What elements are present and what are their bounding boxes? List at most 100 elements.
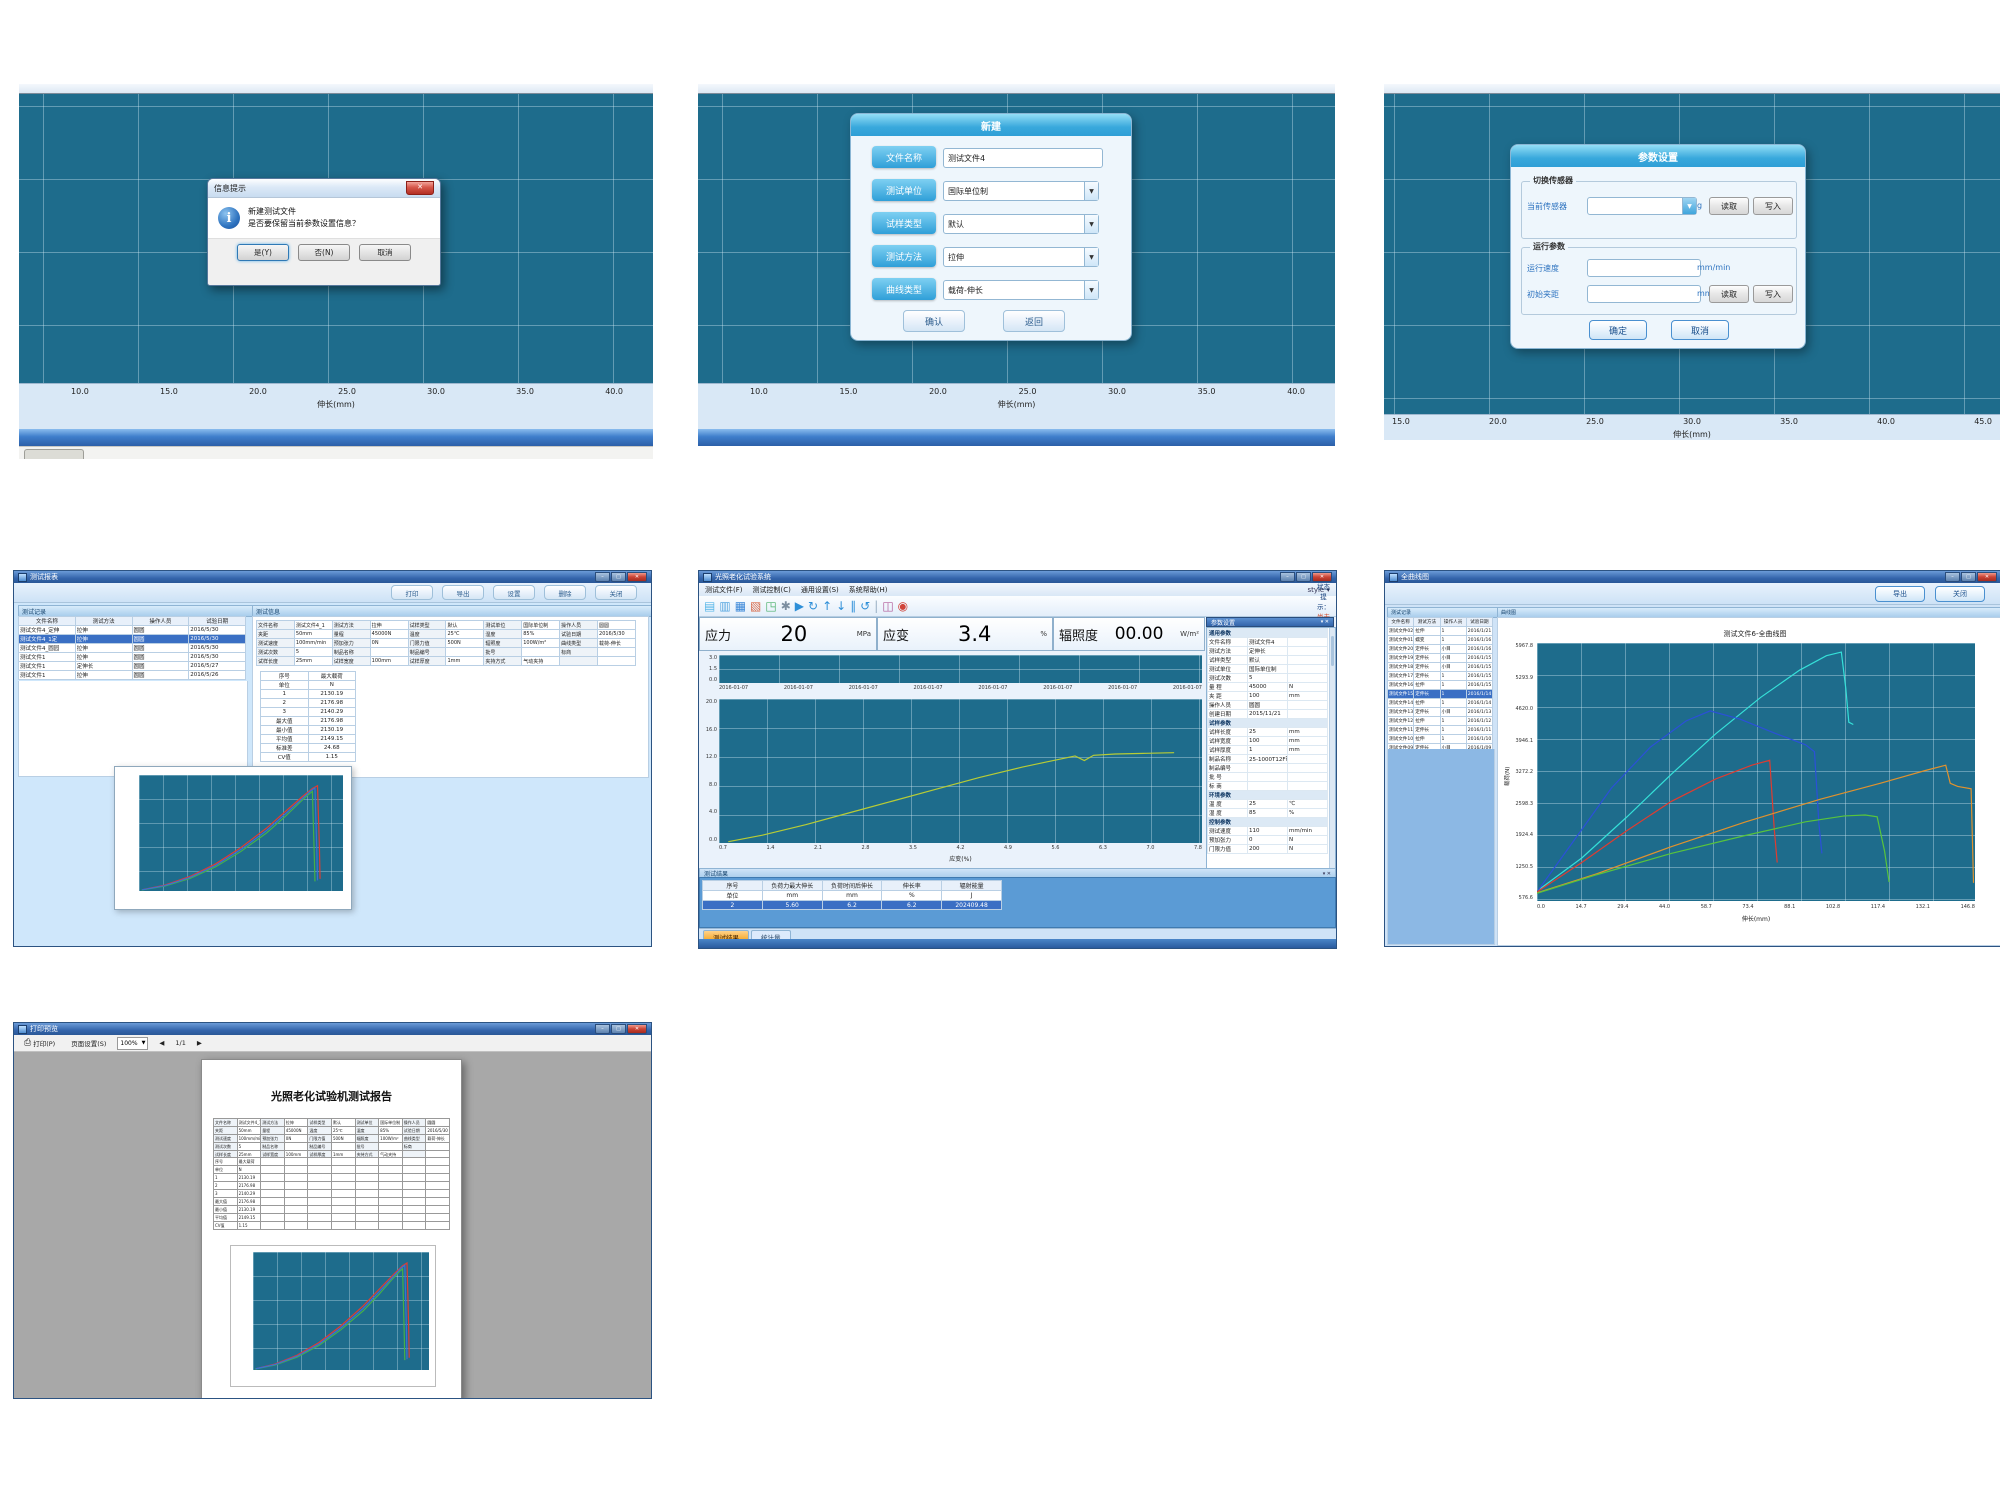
group-row[interactable]: 试样参数 [1208, 719, 1328, 728]
minimize-icon[interactable]: – [595, 1024, 610, 1034]
export-button[interactable]: 导出 [442, 585, 484, 600]
param-row[interactable]: 操作人员圆圆 [1208, 701, 1328, 710]
dialog-title[interactable]: 参数设置 [1511, 145, 1805, 167]
dropdown-arrow-icon[interactable]: ▼ [1084, 215, 1098, 233]
cancel-button[interactable]: 取消 [359, 244, 411, 261]
params-scrollbar[interactable] [1329, 628, 1335, 868]
param-row[interactable]: 试样长度25mm [1208, 728, 1328, 737]
pin-icon[interactable]: ▾ [1323, 871, 1326, 877]
next-page-button[interactable]: ▶ [192, 1037, 207, 1049]
maximize-icon[interactable]: □ [1296, 572, 1311, 582]
param-row[interactable]: 测试次数5 [1208, 674, 1328, 683]
param-row[interactable]: 文件名称测试文件4 [1208, 638, 1328, 647]
param-row[interactable]: 温 度25℃ [1208, 800, 1328, 809]
record-row[interactable]: 测试文件15定伸长12016/1/14 [1388, 690, 1493, 699]
sample-type-select[interactable]: 默认▼ [943, 214, 1099, 234]
close-icon[interactable]: ✕ [627, 1024, 647, 1034]
record-row[interactable]: 测试文件12拉伸12016/1/12 [1388, 717, 1493, 726]
dropdown-arrow-icon[interactable]: ▼ [1084, 182, 1098, 200]
pause-icon[interactable]: ∥ [850, 599, 856, 613]
menu-item[interactable]: 系统帮助(H) [849, 585, 888, 595]
divider-icon[interactable]: | [874, 599, 878, 613]
maximize-icon[interactable]: □ [611, 572, 626, 582]
export-icon[interactable]: ◳ [765, 599, 776, 613]
param-row[interactable]: 试样类型默认 [1208, 656, 1328, 665]
record-row[interactable]: 测试文件17定伸长12016/1/15 [1388, 672, 1493, 681]
param-row[interactable]: 标 商 [1208, 782, 1328, 791]
param-row[interactable]: 通用参数 [1208, 629, 1328, 638]
record-row[interactable]: 测试文件1定伸长圆圆2016/5/27 [19, 662, 246, 671]
dropdown-arrow-icon[interactable]: ▼ [1084, 248, 1098, 266]
gap-read-button[interactable]: 读取 [1709, 285, 1749, 303]
record-row[interactable]: 测试文件13定伸长小目2016/1/13 [1388, 708, 1493, 717]
param-row[interactable]: 门限力值200N [1208, 845, 1328, 854]
record-row[interactable]: 测试文件4_圆园拉伸圆圆2016/5/30 [19, 644, 246, 653]
window-title-bar[interactable]: 测试报表 – □ ✕ [14, 571, 651, 583]
settings-button[interactable]: 设置 [493, 585, 535, 600]
window-title-bar[interactable]: 全曲线图 – □ ✕ [1385, 571, 2000, 583]
menu-item[interactable]: 测试控制(C) [753, 585, 791, 595]
save-icon[interactable]: ▦ [735, 599, 746, 613]
initial-gap-input[interactable] [1587, 285, 1701, 303]
param-row[interactable]: 试样厚度1mm [1208, 746, 1328, 755]
record-row[interactable]: 测试文件19定伸长小目2016/1/15 [1388, 654, 1493, 663]
confirm-button[interactable]: 确认 [903, 310, 965, 332]
page-setup-button[interactable]: 页面设置(S) [66, 1036, 111, 1050]
param-row[interactable]: 批 号 [1208, 773, 1328, 782]
minimize-icon[interactable]: – [1280, 572, 1295, 582]
param-row[interactable]: 环境参数 [1208, 791, 1328, 800]
return-icon[interactable]: ↺ [860, 599, 870, 613]
close-button[interactable]: 关闭 [595, 585, 637, 600]
display-icon[interactable]: ◫ [882, 599, 893, 613]
zoom-select[interactable]: 100%▼ [117, 1037, 148, 1050]
result-row[interactable]: 单位mmmm%J [703, 891, 1002, 901]
window-title-bar[interactable]: 打印预览 – □ ✕ [14, 1023, 651, 1035]
delete-button[interactable]: 删除 [544, 585, 586, 600]
maximize-icon[interactable]: □ [611, 1024, 626, 1034]
record-row[interactable]: 测试文件20定伸长小目2016/1/16 [1388, 645, 1493, 654]
sensor-write-button[interactable]: 写入 [1753, 197, 1793, 215]
dropdown-arrow-icon[interactable]: ▼ [1084, 281, 1098, 299]
close-button[interactable]: 关闭 [1935, 586, 1985, 602]
window-title-bar[interactable]: 光照老化试验系统 – □ ✕ [699, 571, 1336, 583]
param-row[interactable]: 预加张力0N [1208, 836, 1328, 845]
gap-write-button[interactable]: 写入 [1753, 285, 1793, 303]
param-row[interactable]: 测试单位国际单位制 [1208, 665, 1328, 674]
record-row[interactable]: 测试文件1拉伸圆圆2016/5/30 [19, 653, 246, 662]
sensor-read-button[interactable]: 读取 [1709, 197, 1749, 215]
taskbar-tab[interactable] [24, 449, 84, 459]
param-row[interactable]: 控制参数 [1208, 818, 1328, 827]
down-icon[interactable]: ↓ [836, 599, 846, 613]
minimize-icon[interactable]: – [1945, 572, 1960, 582]
record-row[interactable]: 测试文件10拉伸12016/1/10 [1388, 735, 1493, 744]
panel-close-icon[interactable]: ✕ [1325, 619, 1329, 625]
record-row[interactable]: 测试文件01蠕变12016/1/16 [1388, 636, 1493, 645]
delete-file-icon[interactable]: ▧ [750, 599, 761, 613]
param-row[interactable]: 量 程45000N [1208, 683, 1328, 692]
record-row[interactable]: 测试文件4_1定拉伸圆圆2016/5/30 [19, 635, 246, 644]
group-row[interactable]: 环境参数 [1208, 791, 1328, 800]
record-row[interactable]: 测试文件18定伸长小目2016/1/15 [1388, 663, 1493, 672]
param-row[interactable]: 试样参数 [1208, 719, 1328, 728]
param-row[interactable]: 夹 距100mm [1208, 692, 1328, 701]
group-row[interactable]: 通用参数 [1208, 629, 1328, 638]
run-speed-input[interactable] [1587, 259, 1701, 277]
no-button[interactable]: 否(N) [298, 244, 350, 261]
record-row[interactable]: 测试文件1拉伸圆圆2016/5/26 [19, 671, 246, 680]
dropdown-arrow-icon[interactable]: ▼ [1682, 198, 1696, 214]
params-panel-header[interactable]: 参数设置 ▾ ✕ [1206, 617, 1334, 627]
panel-close-icon[interactable]: ✕ [1327, 871, 1331, 877]
test-method-select[interactable]: 拉伸▼ [943, 247, 1099, 267]
result-row[interactable]: 25.606.26.2202409.48 [703, 901, 1002, 910]
back-button[interactable]: 返回 [1003, 310, 1065, 332]
ok-button[interactable]: 确定 [1589, 320, 1647, 340]
dialog-title[interactable]: 新建 [851, 114, 1131, 136]
param-row[interactable]: 测试方法定伸长 [1208, 647, 1328, 656]
param-row[interactable]: 制品编号 [1208, 764, 1328, 773]
record-row[interactable]: 测试文件11定伸长12016/1/11 [1388, 726, 1493, 735]
pin-icon[interactable]: ▾ [1321, 619, 1324, 625]
new-file-icon[interactable]: ▤ [704, 599, 715, 613]
menu-item[interactable]: 通用设置(S) [801, 585, 839, 595]
curve-type-select[interactable]: 载荷-伸长▼ [943, 280, 1099, 300]
record-row[interactable]: 测试文件4_定伸拉伸圆圆2016/5/30 [19, 626, 246, 635]
